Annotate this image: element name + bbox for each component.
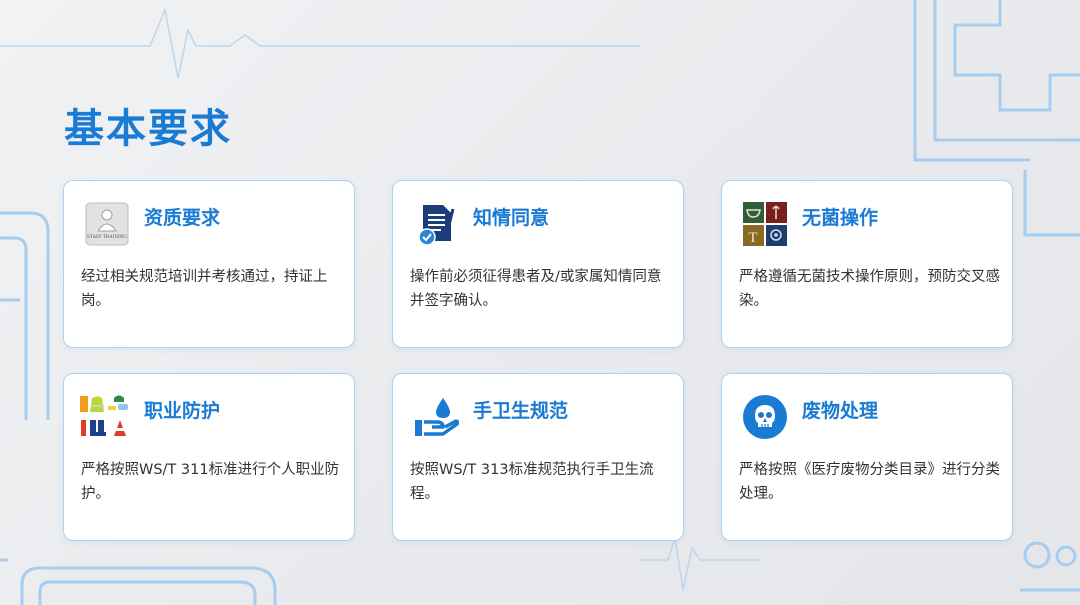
waste-skull-icon [742, 394, 788, 440]
card-title: 无菌操作 [802, 207, 879, 229]
card-waste-disposal: 废物处理 严格按照《医疗废物分类目录》进行分类处理。 [721, 373, 1013, 541]
staff-training-icon: STAFF TRAINING [84, 201, 130, 247]
staff-training-caption: STAFF TRAINING [87, 235, 127, 240]
card-qualification: STAFF TRAINING 资质要求 经过相关规范培训并考核通过，持证上岗。 [63, 180, 355, 348]
circle-decoration [1020, 541, 1080, 592]
bottom-frame-decoration [20, 566, 277, 605]
card-title: 资质要求 [144, 207, 221, 229]
card-informed-consent: 知情同意 操作前必须征得患者及/或家属知情同意并签字确认。 [392, 180, 684, 348]
ecg-line-bottom [640, 537, 760, 591]
hand-hygiene-icon [413, 394, 460, 440]
page-title: 基本要求 [64, 106, 232, 152]
card-text: 严格按照《医疗废物分类目录》进行分类处理。 [739, 462, 1000, 502]
left-frame-decoration [0, 211, 50, 562]
ecg-line-top [0, 7, 640, 79]
card-text: 严格按照WS/T 311标准进行个人职业防护。 [81, 462, 340, 502]
card-title: 废物处理 [802, 400, 879, 422]
card-hand-hygiene: 手卫生规范 按照WS/T 313标准规范执行手卫生流程。 [392, 373, 684, 541]
card-title: 职业防护 [144, 400, 221, 422]
card-text: 按照WS/T 313标准规范执行手卫生流程。 [410, 462, 654, 502]
card-text: 严格遵循无菌技术操作原则，预防交叉感染。 [739, 269, 1000, 309]
card-text: 经过相关规范培训并考核通过，持证上岗。 [81, 269, 328, 309]
card-aseptic-operation: T 无菌操作 严格遵循无菌技术操作原则，预防交叉感染。 [721, 180, 1013, 348]
consent-document-icon [413, 201, 459, 247]
sterile-operation-icon: T [742, 201, 788, 247]
card-title: 知情同意 [473, 207, 550, 229]
card-occupational-protection: 职业防护 严格按照WS/T 311标准进行个人职业防护。 [63, 373, 355, 541]
protective-equipment-icon [80, 394, 130, 440]
sterile-caption: T [748, 230, 757, 246]
card-text: 操作前必须征得患者及/或家属知情同意并签字确认。 [410, 269, 662, 309]
card-title: 手卫生规范 [473, 400, 569, 422]
